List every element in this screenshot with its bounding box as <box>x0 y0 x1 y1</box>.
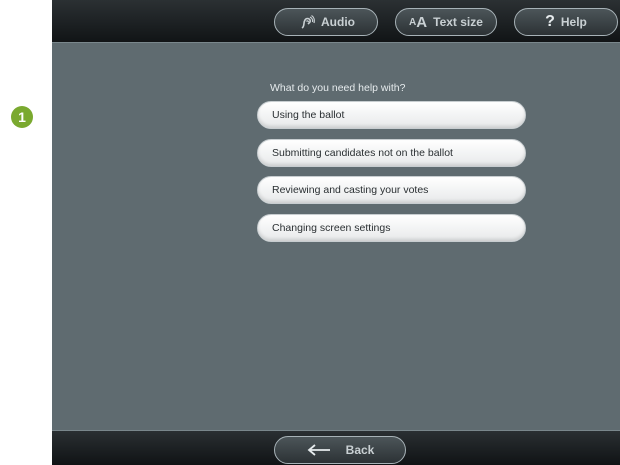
question-icon: ? <box>545 13 555 30</box>
help-option-review-cast[interactable]: Reviewing and casting your votes <box>257 176 526 204</box>
hearing-icon <box>297 13 315 31</box>
help-option-label: Submitting candidates not on the ballot <box>272 147 453 159</box>
help-label: Help <box>560 15 587 29</box>
help-option-screen-settings[interactable]: Changing screen settings <box>257 214 526 242</box>
left-arrow-icon <box>306 443 332 457</box>
ballot-screen: Audio AA Text size ? Help What do you ne… <box>52 0 620 465</box>
back-button[interactable]: Back <box>274 436 406 464</box>
audio-button[interactable]: Audio <box>274 8 378 36</box>
text-size-big-glyph: A <box>416 13 428 31</box>
help-button[interactable]: ? Help <box>514 8 618 36</box>
back-label: Back <box>345 443 375 457</box>
help-option-using-ballot[interactable]: Using the ballot <box>257 101 526 129</box>
step-marker: 1 <box>11 106 33 128</box>
text-size-label: Text size <box>433 15 483 29</box>
text-size-small-glyph: A <box>409 16 417 28</box>
top-toolbar: Audio AA Text size ? Help <box>52 0 620 43</box>
help-option-label: Changing screen settings <box>272 222 391 234</box>
text-size-button[interactable]: AA Text size <box>395 8 497 36</box>
text-size-icon: AA <box>409 14 427 31</box>
help-option-write-in[interactable]: Submitting candidates not on the ballot <box>257 139 526 167</box>
audio-label: Audio <box>321 15 355 29</box>
help-prompt: What do you need help with? <box>270 82 406 94</box>
help-option-label: Using the ballot <box>272 109 345 121</box>
help-option-label: Reviewing and casting your votes <box>272 184 429 196</box>
